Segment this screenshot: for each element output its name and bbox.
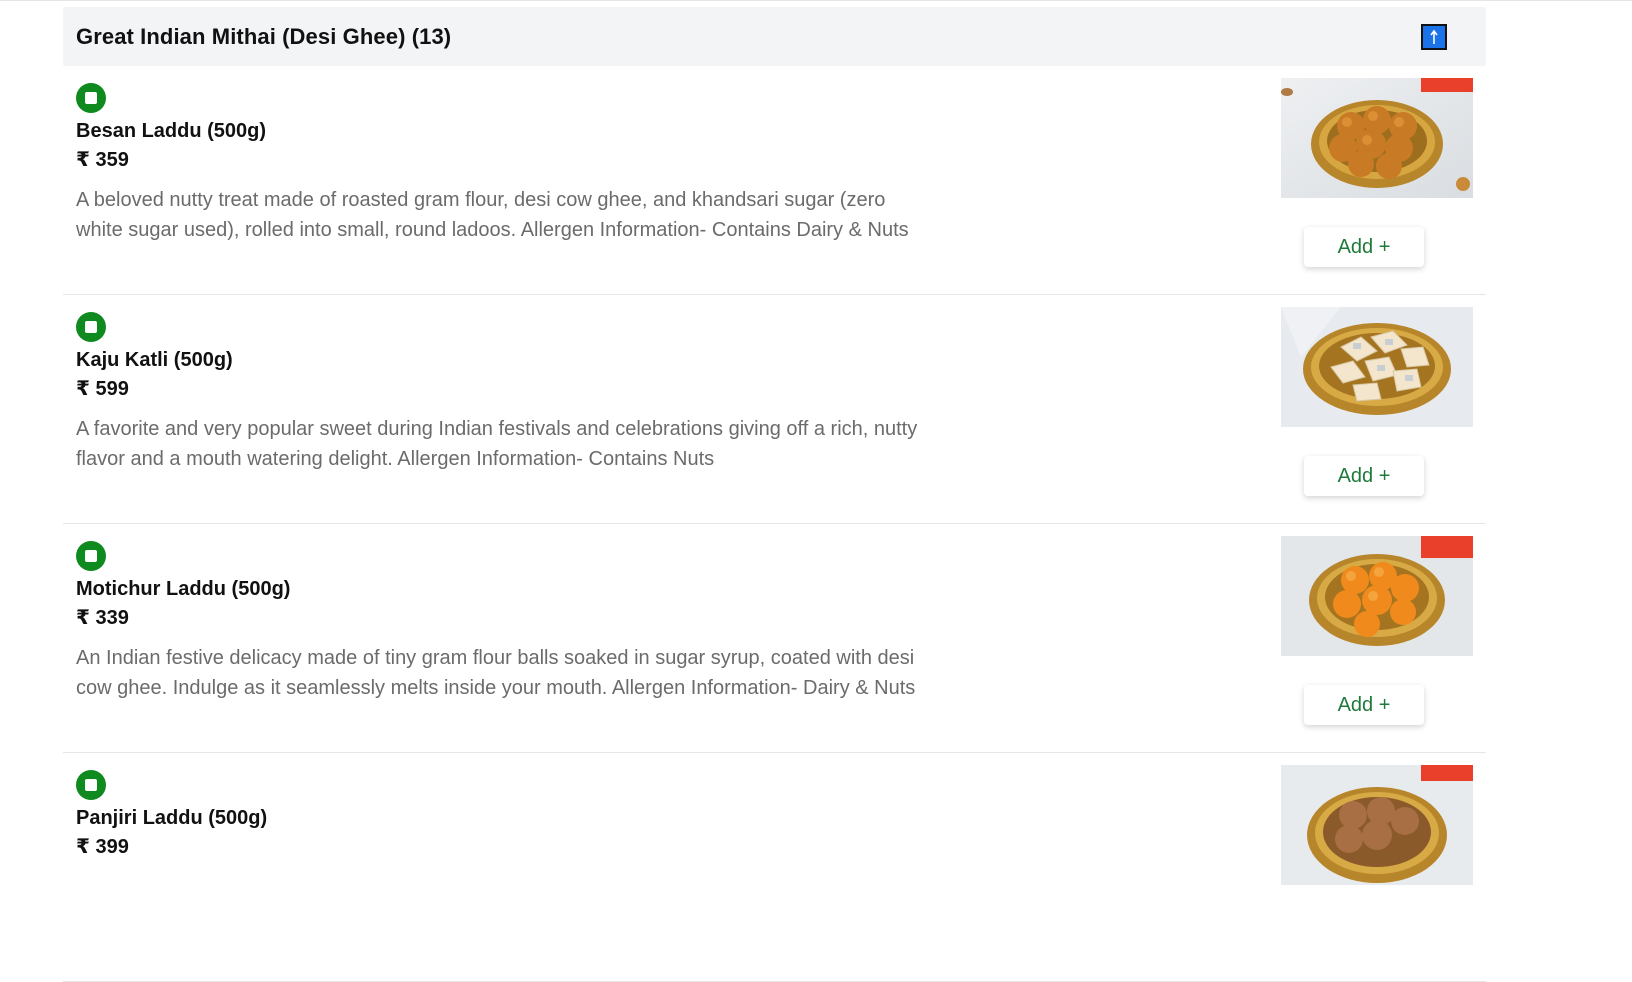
item-name: Kaju Katli (500g) xyxy=(76,349,233,371)
veg-indicator-icon xyxy=(76,83,106,113)
item-details: Motichur Laddu (500g) ₹ 339 An Indian fe… xyxy=(76,541,936,703)
top-divider xyxy=(0,0,1632,1)
item-price: ₹ 359 xyxy=(76,149,129,171)
item-price: ₹ 399 xyxy=(76,836,129,858)
item-description: A favorite and very popular sweet during… xyxy=(76,418,918,470)
kaju-katli-image xyxy=(1281,307,1473,427)
veg-indicator-icon xyxy=(76,312,106,342)
menu-item: Besan Laddu (500g) ₹ 359 A beloved nutty… xyxy=(63,66,1486,295)
motichur-laddu-image xyxy=(1281,536,1473,656)
veg-indicator-icon xyxy=(76,541,106,571)
add-to-cart-button[interactable]: Add + xyxy=(1304,456,1424,496)
panjiri-laddu-image xyxy=(1281,765,1473,885)
add-to-cart-button[interactable]: Add + xyxy=(1304,685,1424,725)
item-description: A beloved nutty treat made of roasted gr… xyxy=(76,189,909,241)
veg-indicator-icon xyxy=(76,770,106,800)
item-price: ₹ 599 xyxy=(76,378,129,400)
item-description: An Indian festive delicacy made of tiny … xyxy=(76,647,916,699)
item-media: Add + xyxy=(1281,78,1473,267)
besan-laddu-image xyxy=(1281,78,1473,198)
item-details: Panjiri Laddu (500g) ₹ 399 xyxy=(76,770,936,862)
item-name: Besan Laddu (500g) xyxy=(76,120,267,142)
item-media xyxy=(1281,765,1473,885)
item-media: Add + xyxy=(1281,307,1473,496)
item-details: Besan Laddu (500g) ₹ 359 A beloved nutty… xyxy=(76,83,936,245)
add-to-cart-button[interactable]: Add + xyxy=(1304,227,1424,267)
menu-item: Panjiri Laddu (500g) ₹ 399 xyxy=(63,753,1486,982)
menu-item: Kaju Katli (500g) ₹ 599 A favorite and v… xyxy=(63,295,1486,524)
section-title: Great Indian Mithai (Desi Ghee) (13) xyxy=(76,23,452,49)
item-media: Add + xyxy=(1281,536,1473,725)
item-price: ₹ 339 xyxy=(76,607,129,629)
item-name: Motichur Laddu (500g) xyxy=(76,578,291,600)
menu-item: Motichur Laddu (500g) ₹ 339 An Indian fe… xyxy=(63,524,1486,753)
arrow-up-icon xyxy=(1430,29,1438,44)
scroll-to-top-button[interactable] xyxy=(1421,23,1447,50)
item-details: Kaju Katli (500g) ₹ 599 A favorite and v… xyxy=(76,312,936,474)
menu-section: Great Indian Mithai (Desi Ghee) (13) Bes… xyxy=(63,7,1486,982)
section-header: Great Indian Mithai (Desi Ghee) (13) xyxy=(63,7,1486,66)
item-name: Panjiri Laddu (500g) xyxy=(76,807,268,829)
